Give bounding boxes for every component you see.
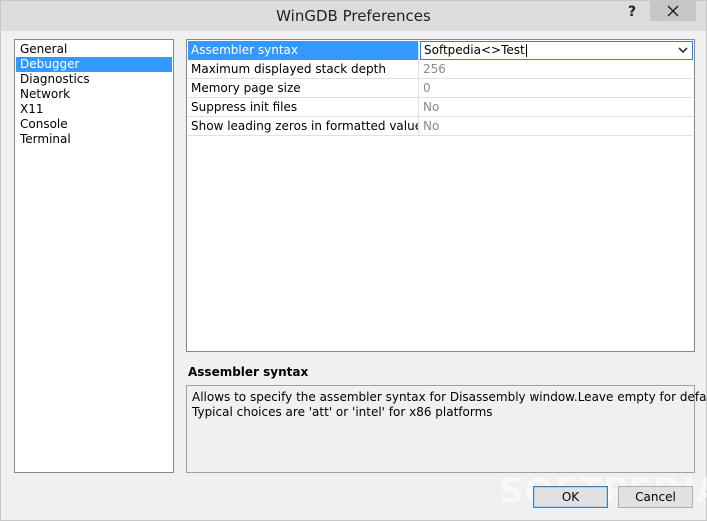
- ok-button[interactable]: OK: [533, 486, 608, 508]
- property-value[interactable]: 256: [420, 60, 693, 79]
- category-item-console[interactable]: Console: [16, 117, 172, 132]
- close-button[interactable]: [650, 1, 696, 21]
- window-title: WinGDB Preferences: [276, 7, 431, 25]
- category-item-x11[interactable]: X11: [16, 102, 172, 117]
- category-item-general[interactable]: General: [16, 42, 172, 57]
- property-value[interactable]: No: [420, 117, 693, 136]
- property-name: Memory page size: [188, 79, 419, 98]
- property-value: Softpedia<>Test: [424, 43, 525, 57]
- property-grid: Assembler syntax Softpedia<>Test Maximum…: [186, 39, 695, 352]
- property-value[interactable]: No: [420, 98, 693, 117]
- category-item-diagnostics[interactable]: Diagnostics: [16, 72, 172, 87]
- property-row-suppress-init-files[interactable]: Suppress init files No: [188, 98, 693, 117]
- category-item-debugger[interactable]: Debugger: [16, 57, 172, 72]
- chevron-down-icon[interactable]: [678, 46, 688, 54]
- description-box: Allows to specify the assembler syntax f…: [186, 385, 707, 473]
- property-name: Suppress init files: [188, 98, 419, 117]
- close-icon: [667, 5, 679, 17]
- property-name: Maximum displayed stack depth: [188, 60, 419, 79]
- property-value[interactable]: 0: [420, 79, 693, 98]
- property-row-show-leading-zeros[interactable]: Show leading zeros in formatted values N…: [188, 117, 693, 136]
- description-line: Allows to specify the assembler syntax f…: [192, 390, 707, 404]
- title-bar: WinGDB Preferences ?: [1, 1, 706, 31]
- category-list[interactable]: General Debugger Diagnostics Network X11…: [14, 39, 174, 473]
- property-row-assembler-syntax[interactable]: Assembler syntax Softpedia<>Test: [188, 41, 693, 60]
- property-row-memory-page-size[interactable]: Memory page size 0: [188, 79, 693, 98]
- description-line: Typical choices are 'att' or 'intel' for…: [192, 405, 493, 419]
- property-name: Show leading zeros in formatted values: [188, 117, 419, 136]
- property-row-max-stack-depth[interactable]: Maximum displayed stack depth 256: [188, 60, 693, 79]
- property-name: Assembler syntax: [188, 41, 419, 60]
- assembler-syntax-input[interactable]: Softpedia<>Test: [420, 41, 693, 60]
- cancel-button[interactable]: Cancel: [618, 486, 693, 508]
- description-title: Assembler syntax: [188, 365, 309, 379]
- help-button[interactable]: ?: [619, 1, 645, 25]
- preferences-window: WinGDB Preferences ? General Debugger Di…: [0, 0, 707, 521]
- text-caret: [525, 44, 527, 57]
- category-item-network[interactable]: Network: [16, 87, 172, 102]
- category-item-terminal[interactable]: Terminal: [16, 132, 172, 147]
